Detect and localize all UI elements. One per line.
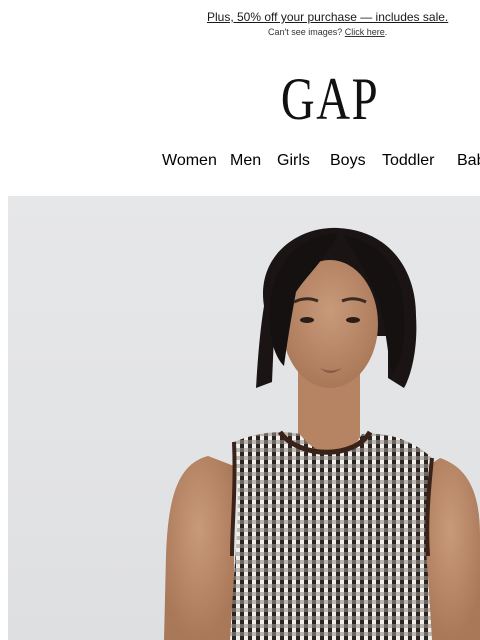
category-nav: Women Men Girls Boys Toddler Bab — [0, 152, 480, 172]
cant-see-images-note: Can't see images? Click here. — [268, 27, 387, 37]
nav-boys[interactable]: Boys — [330, 152, 366, 170]
hero-illustration — [164, 227, 480, 640]
nav-baby[interactable]: Bab — [457, 152, 480, 170]
period: . — [384, 27, 388, 37]
logo-text: GAP — [280, 66, 380, 132]
click-here-link[interactable]: Click here — [345, 27, 385, 37]
cant-see-text: Can't see images? — [268, 27, 343, 37]
promo-link[interactable]: Plus, 50% off your purchase — includes s… — [207, 10, 448, 24]
hero-image[interactable] — [8, 196, 480, 640]
nav-men[interactable]: Men — [230, 152, 261, 170]
gap-logo[interactable]: GAP — [281, 64, 378, 134]
nav-girls[interactable]: Girls — [277, 152, 310, 170]
nav-toddler[interactable]: Toddler — [382, 152, 434, 170]
nav-women[interactable]: Women — [162, 152, 217, 170]
